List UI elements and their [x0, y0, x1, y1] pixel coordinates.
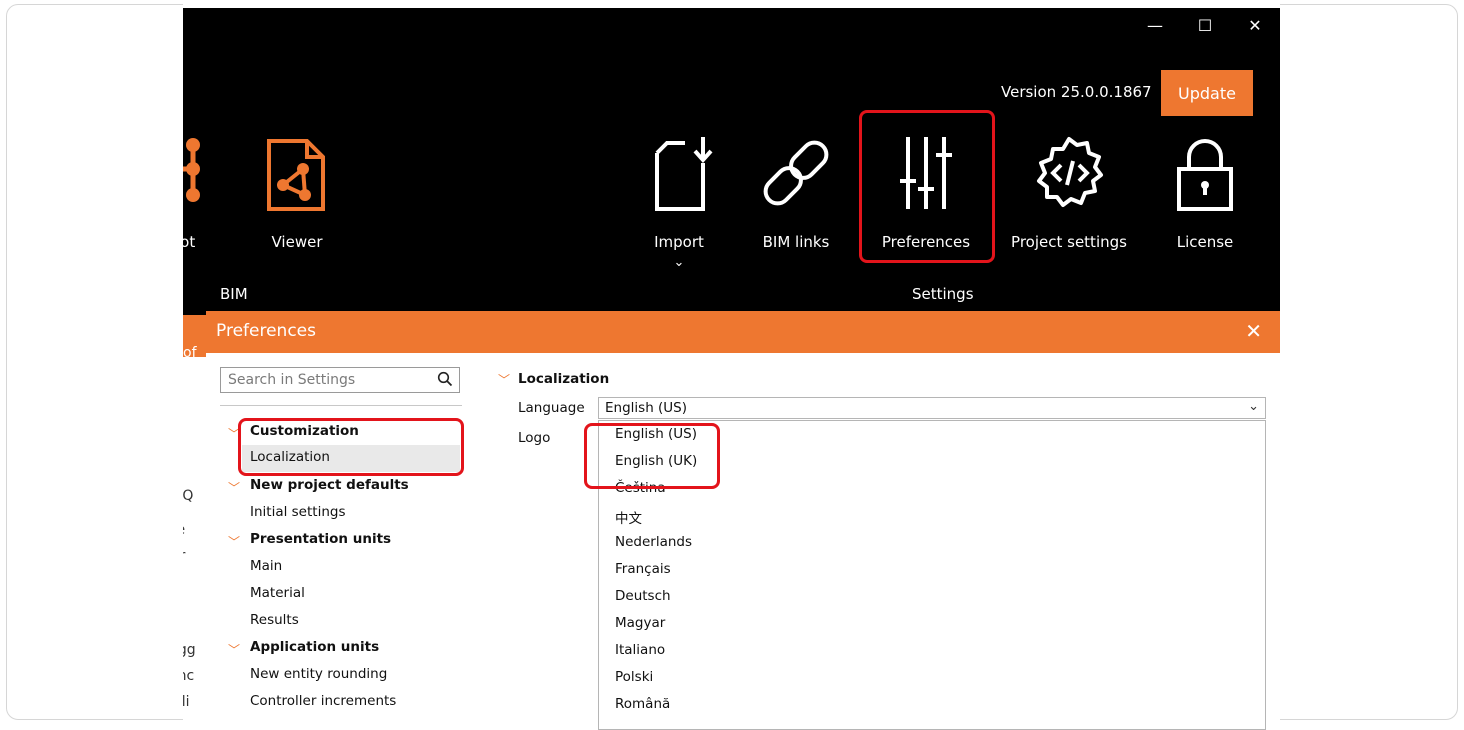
ribbon: — ☐ ✕ Version 25.0.0.1867 Update tbot	[183, 8, 1280, 315]
chevron-down-icon: ﹀	[228, 643, 241, 657]
tree-item-results[interactable]: Results	[206, 608, 476, 635]
tree-item-label: Initial settings	[250, 504, 346, 520]
section-title: Localization	[518, 371, 610, 387]
settings-sidebar: Search in Settings ﹀ Customization Local…	[206, 353, 477, 722]
background-text: er	[183, 548, 185, 564]
minimize-button[interactable]: —	[1140, 16, 1170, 35]
preferences-highlight	[859, 110, 995, 263]
close-window-button[interactable]: ✕	[1240, 16, 1270, 35]
background-strip-text: of	[183, 345, 197, 361]
language-option[interactable]: Română	[615, 696, 670, 712]
import-dropdown-chevron[interactable]: ⌄	[619, 255, 739, 270]
viewer-icon	[267, 139, 325, 211]
language-select[interactable]: English (US) ⌄	[598, 397, 1266, 419]
chevron-down-icon: ﹀	[498, 373, 511, 387]
tool-tbot[interactable]: tbot	[183, 133, 243, 251]
dialog-title: Preferences	[216, 321, 316, 341]
background-text: bili	[183, 694, 190, 710]
language-option[interactable]: Nederlands	[615, 534, 692, 550]
tree-item-controller-increments[interactable]: Controller increments	[206, 689, 476, 716]
tree-item-initial-settings[interactable]: Initial settings	[206, 500, 476, 527]
background-text: d Q	[183, 488, 194, 504]
maximize-button[interactable]: ☐	[1190, 16, 1220, 35]
link-icon	[763, 140, 829, 206]
preferences-dialog: Preferences ✕ Search in Settings ﹀ Custo…	[206, 311, 1280, 730]
tree-item-label: Presentation units	[250, 531, 392, 547]
background-text: anc	[183, 668, 195, 684]
update-button[interactable]: Update	[1161, 70, 1253, 116]
chevron-down-icon: ﹀	[228, 535, 241, 549]
tool-project-settings[interactable]: Project settings	[1009, 133, 1129, 251]
tree-item-label: Main	[250, 558, 283, 574]
customization-highlight	[238, 418, 464, 476]
language-option[interactable]: 中文	[615, 507, 642, 527]
tree-category-new-project-defaults[interactable]: ﹀ New project defaults	[206, 473, 476, 500]
search-input[interactable]: Search in Settings	[220, 367, 460, 393]
tool-label-license: License	[1176, 233, 1234, 251]
tool-label-project-settings: Project settings	[1011, 233, 1127, 251]
tool-label-import: Import	[654, 233, 704, 251]
tool-bim-links[interactable]: BIM links	[736, 133, 856, 251]
tool-label-bim-links: BIM links	[762, 233, 830, 251]
tree-category-application-units[interactable]: ﹀ Application units	[206, 635, 476, 662]
language-option[interactable]: Deutsch	[615, 588, 671, 604]
version-label: Version 25.0.0.1867	[1001, 83, 1152, 101]
tree-item-main[interactable]: Main	[206, 554, 476, 581]
chevron-down-icon: ⌄	[1248, 399, 1259, 414]
language-option[interactable]: Français	[615, 561, 671, 577]
language-option[interactable]: Polski	[615, 669, 653, 685]
section-label-bim: BIM	[220, 285, 248, 303]
code-gear-icon	[1037, 137, 1103, 207]
language-option[interactable]: Italiano	[615, 642, 665, 658]
tree-item-new-entity-rounding[interactable]: New entity rounding	[206, 662, 476, 689]
tree-item-material[interactable]: Material	[206, 581, 476, 608]
search-icon[interactable]	[437, 371, 453, 391]
sidebar-divider	[220, 405, 462, 406]
background-text: ugg	[183, 642, 196, 658]
language-selected-value: English (US)	[605, 400, 688, 416]
language-option[interactable]: Magyar	[615, 615, 665, 631]
tree-item-label: New entity rounding	[250, 666, 388, 682]
tree-item-label: Controller increments	[250, 693, 397, 709]
tree-category-presentation-units[interactable]: ﹀ Presentation units	[206, 527, 476, 554]
tool-label-viewer: Viewer	[271, 233, 323, 251]
tree-item-label: Application units	[250, 639, 380, 655]
import-icon	[655, 137, 713, 211]
settings-content: ﹀ Localization Language Logo English (US…	[476, 353, 1280, 730]
chevron-down-icon: ﹀	[228, 481, 241, 495]
tool-import[interactable]: Import ⌄	[619, 133, 739, 270]
tree-icon	[183, 138, 200, 202]
tool-label-tbot: tbot	[183, 233, 196, 251]
logo-label: Logo	[518, 430, 551, 446]
language-label: Language	[518, 400, 585, 416]
tool-license[interactable]: License	[1145, 133, 1265, 251]
lock-icon	[1177, 139, 1233, 211]
tree-item-label: Results	[250, 612, 299, 628]
english-options-highlight	[584, 423, 720, 489]
tree-item-label: Material	[250, 585, 305, 601]
search-placeholder: Search in Settings	[228, 372, 356, 388]
dialog-close-button[interactable]: ✕	[1245, 319, 1262, 343]
section-label-settings: Settings	[912, 285, 974, 303]
tool-viewer[interactable]: Viewer	[237, 133, 357, 251]
tree-item-label: New project defaults	[250, 477, 409, 493]
dialog-title-bar: Preferences ✕	[206, 311, 1280, 353]
background-text: re	[183, 522, 185, 538]
